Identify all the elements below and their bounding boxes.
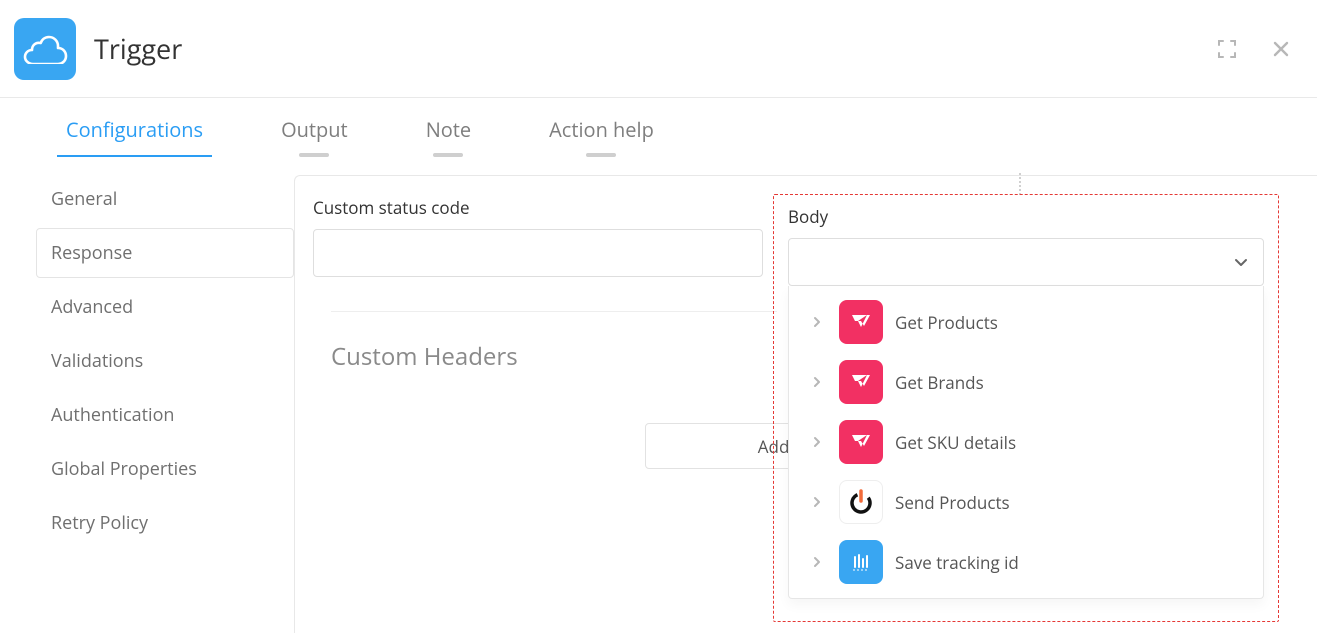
top-tabs: Configurations Output Note Action help (0, 98, 732, 157)
dropdown-item-label: Get Brands (895, 371, 984, 394)
dropdown-item-get-brands[interactable]: Get Brands (789, 352, 1263, 412)
app-icon (14, 18, 76, 80)
close-icon (1272, 40, 1290, 58)
body-dropdown: Get Products Get Brands (788, 286, 1264, 599)
sidebar-item-label: Response (51, 241, 132, 265)
sidebar-item-authentication[interactable]: Authentication (36, 390, 294, 440)
page-title: Trigger (94, 30, 182, 67)
tab-action-help[interactable]: Action help (549, 98, 654, 157)
close-button[interactable] (1267, 35, 1295, 63)
tab-output[interactable]: Output (281, 98, 348, 157)
tab-label: Configurations (66, 116, 203, 143)
chevron-right-icon (807, 496, 827, 508)
custom-headers-heading: Custom Headers (331, 340, 773, 373)
status-code-input[interactable] (313, 229, 763, 277)
dropdown-item-label: Get Products (895, 311, 998, 334)
dropdown-item-label: Send Products (895, 491, 1010, 514)
dropdown-item-send-products[interactable]: Send Products (789, 472, 1263, 532)
chevron-down-icon (1233, 254, 1249, 270)
vtex-icon (839, 300, 883, 344)
analytics-icon (839, 540, 883, 584)
expand-icon (1217, 39, 1237, 59)
chevron-right-icon (807, 376, 827, 388)
sidebar-item-global-properties[interactable]: Global Properties (36, 444, 294, 494)
sidebar-item-response[interactable]: Response (36, 228, 294, 278)
dotted-divider (1019, 173, 1021, 195)
sidebar-item-label: Validations (51, 349, 143, 373)
chevron-right-icon (807, 436, 827, 448)
main-panel: Custom status code Custom Headers Add He… (294, 175, 1317, 633)
tab-label: Action help (549, 116, 654, 143)
chevron-right-icon (807, 316, 827, 328)
dropdown-item-label: Get SKU details (895, 431, 1016, 454)
chevron-right-icon (807, 556, 827, 568)
tab-configurations[interactable]: Configurations (66, 98, 203, 157)
dropdown-item-save-tracking-id[interactable]: Save tracking id (789, 532, 1263, 592)
power-icon (839, 480, 883, 524)
dropdown-item-label: Save tracking id (895, 551, 1019, 574)
sidebar-item-general[interactable]: General (36, 174, 294, 224)
fullscreen-button[interactable] (1213, 35, 1241, 63)
sidebar-item-label: General (51, 187, 117, 211)
sidebar-item-retry-policy[interactable]: Retry Policy (36, 498, 294, 548)
body-section-highlight: Body (773, 194, 1279, 622)
dropdown-item-get-sku-details[interactable]: Get SKU details (789, 412, 1263, 472)
sidebar-item-label: Retry Policy (51, 511, 148, 535)
modal-header: Trigger (0, 0, 1317, 98)
sidebar: General Response Advanced Validations Au… (0, 174, 294, 548)
tab-note[interactable]: Note (426, 98, 471, 157)
tab-label: Output (281, 116, 348, 143)
vtex-icon (839, 420, 883, 464)
dropdown-item-get-products[interactable]: Get Products (789, 292, 1263, 352)
status-code-label: Custom status code (313, 196, 773, 219)
body-select[interactable] (788, 238, 1264, 286)
sidebar-item-advanced[interactable]: Advanced (36, 282, 294, 332)
body-label: Body (788, 205, 1264, 228)
tab-label: Note (426, 116, 471, 143)
sidebar-item-label: Advanced (51, 295, 133, 319)
sidebar-item-validations[interactable]: Validations (36, 336, 294, 386)
cloud-icon (22, 34, 68, 64)
divider (331, 311, 777, 312)
sidebar-item-label: Authentication (51, 403, 174, 427)
vtex-icon (839, 360, 883, 404)
sidebar-item-label: Global Properties (51, 457, 197, 481)
